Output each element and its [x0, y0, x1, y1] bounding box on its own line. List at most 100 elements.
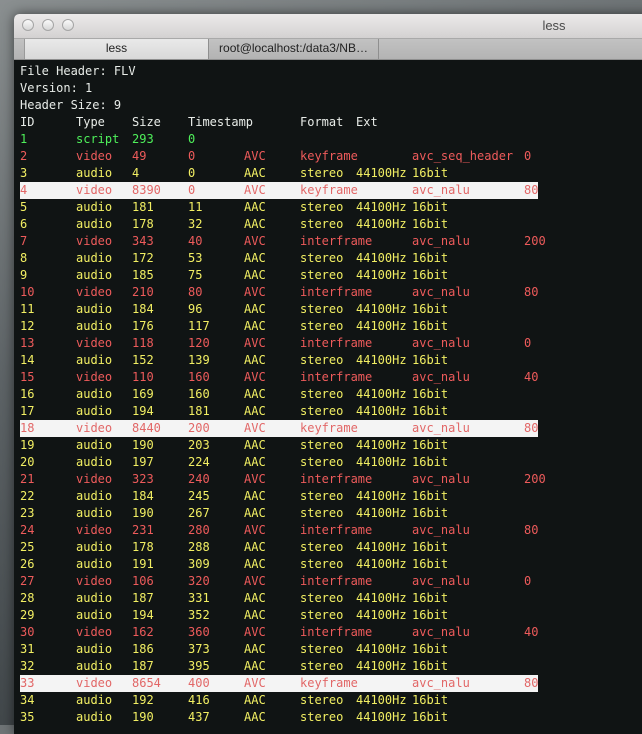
cell-format: stereo	[300, 591, 344, 605]
table-row: 1 script 293 0	[20, 131, 538, 148]
cell-size: 49	[132, 149, 147, 163]
table-row: 6 audio 178 32 AAC stereo 44100Hz 16bit	[20, 216, 538, 233]
cell-format: stereo	[300, 353, 344, 367]
cell-size: 4	[132, 166, 140, 180]
cell-type: audio	[76, 710, 113, 724]
cell-size: 343	[132, 234, 154, 248]
cell-format: stereo	[300, 710, 344, 724]
cell-codec: AAC	[244, 166, 266, 180]
column-header-timestamp: Timestamp	[188, 115, 254, 129]
cell-value: 40	[524, 370, 539, 384]
cell-type: video	[76, 625, 113, 639]
cell-timestamp: 0	[188, 149, 196, 163]
title-bar[interactable]: less	[14, 14, 642, 39]
cell-codec: AAC	[244, 540, 266, 554]
cell-timestamp: 75	[188, 268, 203, 282]
cell-codec: AVC	[244, 370, 266, 384]
cell-id: 13	[20, 336, 35, 350]
table-row: 15 video 110 160 AVC interframe avc_nalu 40	[20, 369, 538, 386]
cell-size: 110	[132, 370, 154, 384]
table-row: 13 video 118 120 AVC interframe avc_nalu 0	[20, 335, 538, 352]
cell-id: 5	[20, 200, 28, 214]
cell-size: 181	[132, 200, 154, 214]
cell-ext: avc_nalu	[412, 421, 470, 435]
cell-type: video	[76, 183, 113, 197]
cell-codec: AAC	[244, 404, 266, 418]
cell-codec: AAC	[244, 217, 266, 231]
column-header-size: Size	[132, 115, 161, 129]
tab-less[interactable]: less	[24, 39, 209, 59]
cell-value: 0	[524, 336, 532, 350]
table-row: 3 audio 4 0 AAC stereo 44100Hz 16bit	[20, 165, 538, 182]
cell-codec: AAC	[244, 268, 266, 282]
cell-ext: 16bit	[412, 319, 449, 333]
cell-type: audio	[76, 438, 113, 452]
cell-value: 0	[524, 574, 532, 588]
cell-ext: 16bit	[412, 693, 449, 707]
cell-id: 20	[20, 455, 35, 469]
column-header-type: Type	[76, 115, 105, 129]
table-row: 11 audio 184 96 AAC stereo 44100Hz 16bit	[20, 301, 538, 318]
cell-size: 178	[132, 217, 154, 231]
cell-ext: 16bit	[412, 404, 449, 418]
cell-format: interframe	[300, 472, 373, 486]
cell-format: keyframe	[300, 676, 358, 690]
cell-value: 200	[524, 234, 546, 248]
cell-id: 33	[20, 676, 35, 690]
cell-size: 178	[132, 540, 154, 554]
cell-id: 4	[20, 183, 28, 197]
header-size-line: Header Size: 9	[20, 98, 122, 112]
cell-format: interframe	[300, 523, 373, 537]
cell-ext: 16bit	[412, 659, 449, 673]
cell-size: 192	[132, 693, 154, 707]
tab-root-localhost[interactable]: root@localhost:/data3/NB…	[209, 39, 379, 59]
cell-type: video	[76, 336, 113, 350]
cell-codec: AAC	[244, 387, 266, 401]
cell-rate: 44100Hz	[356, 353, 407, 367]
table-row: 18 video 8440 200 AVC keyframe avc_nalu 80	[20, 420, 538, 437]
cell-rate: 44100Hz	[356, 710, 407, 724]
cell-codec: AAC	[244, 200, 266, 214]
table-row: 7 video 343 40 AVC interframe avc_nalu 200	[20, 233, 546, 250]
cell-codec: AAC	[244, 710, 266, 724]
cell-id: 8	[20, 251, 28, 265]
cell-type: audio	[76, 591, 113, 605]
cell-format: stereo	[300, 268, 344, 282]
cell-format: interframe	[300, 574, 373, 588]
cell-id: 32	[20, 659, 35, 673]
cell-codec: AAC	[244, 319, 266, 333]
cell-size: 106	[132, 574, 154, 588]
cell-type: audio	[76, 540, 113, 554]
cell-timestamp: 240	[188, 472, 210, 486]
terminal-output[interactable]: File Header: FLV Version: 1 Header Size:…	[14, 60, 642, 734]
cell-ext: avc_nalu	[412, 234, 470, 248]
cell-format: stereo	[300, 489, 344, 503]
cell-ext: avc_nalu	[412, 574, 470, 588]
cell-timestamp: 160	[188, 370, 210, 384]
cell-id: 22	[20, 489, 35, 503]
cell-size: 184	[132, 489, 154, 503]
cell-timestamp: 0	[188, 166, 196, 180]
table-row: 26 audio 191 309 AAC stereo 44100Hz 16bit	[20, 556, 538, 573]
cell-size: 118	[132, 336, 154, 350]
cell-size: 8654	[132, 676, 161, 690]
cell-timestamp: 200	[188, 421, 210, 435]
cell-id: 27	[20, 574, 35, 588]
cell-id: 12	[20, 319, 35, 333]
cell-value: 200	[524, 472, 546, 486]
table-row: 34 audio 192 416 AAC stereo 44100Hz 16bit	[20, 692, 538, 709]
table-row: 25 audio 178 288 AAC stereo 44100Hz 16bit	[20, 539, 538, 556]
cell-timestamp: 53	[188, 251, 203, 265]
cell-size: 8390	[132, 183, 161, 197]
cell-size: 8440	[132, 421, 161, 435]
table-row: 4 video 8390 0 AVC keyframe avc_nalu 80	[20, 182, 538, 199]
cell-rate: 44100Hz	[356, 438, 407, 452]
cell-id: 7	[20, 234, 28, 248]
cell-codec: AAC	[244, 557, 266, 571]
table-row: 27 video 106 320 AVC interframe avc_nalu 0	[20, 573, 538, 590]
cell-value: 80	[524, 676, 539, 690]
cell-size: 194	[132, 608, 154, 622]
cell-ext: 16bit	[412, 642, 449, 656]
cell-id: 24	[20, 523, 35, 537]
cell-id: 10	[20, 285, 35, 299]
